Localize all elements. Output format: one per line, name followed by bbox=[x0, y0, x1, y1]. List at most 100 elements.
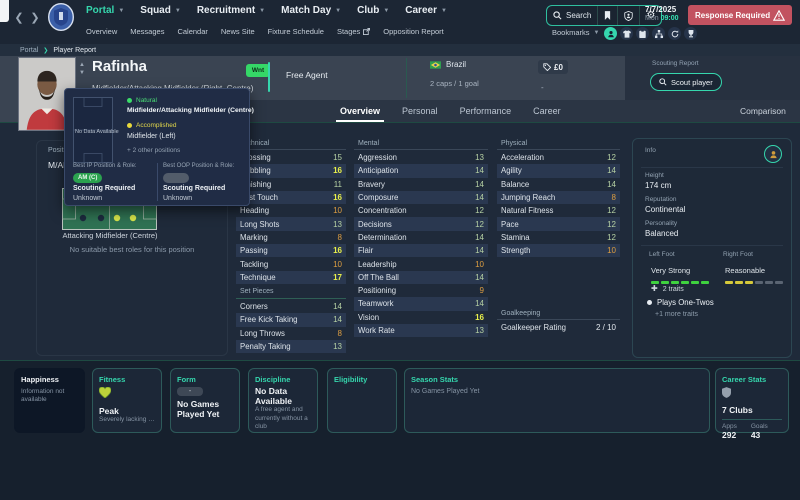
menu-squad[interactable]: Squad ▼ bbox=[140, 5, 181, 16]
tab-career[interactable]: Career bbox=[533, 100, 561, 122]
attribute-row[interactable]: Aggression 13 bbox=[354, 151, 488, 164]
attribute-row[interactable]: Decisions 12 bbox=[354, 217, 488, 231]
attribute-row[interactable]: Free Kick Taking 14 bbox=[236, 313, 346, 327]
more-positions: + 2 other positions bbox=[127, 147, 181, 154]
fitness-card[interactable]: Fitness Peak Severely lacking in ... bbox=[92, 368, 162, 433]
attribute-row[interactable]: Agility 14 bbox=[497, 164, 620, 178]
attribute-row[interactable]: Pace 12 bbox=[497, 217, 620, 231]
attribute-row[interactable]: Long Throws 8 bbox=[236, 327, 346, 340]
attribute-row[interactable]: Teamwork 14 bbox=[354, 297, 488, 311]
nav-back-icon[interactable]: ❮ bbox=[12, 10, 26, 26]
attribute-row[interactable]: Work Rate 13 bbox=[354, 323, 488, 338]
attribute-row[interactable]: Determination 14 bbox=[354, 231, 488, 244]
trophy-icon[interactable] bbox=[684, 27, 697, 40]
mental-title: Mental bbox=[358, 140, 380, 147]
attribute-row[interactable]: Long Shots 13 bbox=[236, 217, 346, 231]
attribute-label: Tackling bbox=[240, 259, 269, 269]
nationality: Brazil bbox=[430, 60, 466, 69]
attribute-row[interactable]: Stamina 12 bbox=[497, 231, 620, 244]
attribute-row[interactable]: Positioning 9 bbox=[354, 284, 488, 297]
tab-performance[interactable]: Performance bbox=[460, 100, 512, 122]
menu-portal[interactable]: Portal ▼ bbox=[86, 5, 124, 16]
response-required-button[interactable]: Response Required bbox=[688, 5, 792, 25]
prev-player-icon[interactable]: ▲ bbox=[79, 62, 85, 68]
attribute-row[interactable]: Anticipation 14 bbox=[354, 164, 488, 178]
divider bbox=[722, 419, 782, 421]
happiness-card[interactable]: Happiness Information not available bbox=[14, 368, 85, 433]
bookmarks-dropdown[interactable]: Bookmarks ▼ bbox=[552, 28, 599, 37]
attribute-row[interactable]: Corners 14 bbox=[236, 300, 346, 313]
submenu-stages[interactable]: Stages bbox=[337, 27, 371, 36]
chevron-down-icon: ▼ bbox=[174, 7, 181, 14]
attribute-row[interactable]: Technique 17 bbox=[236, 270, 346, 284]
club-crest[interactable] bbox=[47, 2, 75, 36]
attribute-row[interactable]: Composure 14 bbox=[354, 190, 488, 205]
attribute-row[interactable]: Vision 16 bbox=[354, 311, 488, 324]
season-stats-card[interactable]: Season Stats No Games Played Yet bbox=[404, 368, 710, 433]
form-title: Form bbox=[177, 375, 196, 384]
submenu-opposition-report[interactable]: Opposition Report bbox=[383, 27, 443, 36]
attribute-row[interactable]: Penalty Taking 13 bbox=[236, 339, 346, 354]
coach-icon[interactable] bbox=[604, 27, 617, 40]
more-traits[interactable]: +1 more traits bbox=[655, 311, 698, 318]
submenu-calendar[interactable]: Calendar bbox=[177, 27, 207, 36]
physical-title: Physical bbox=[501, 140, 528, 147]
attribute-label: Passing bbox=[240, 246, 268, 256]
attribute-row[interactable]: Bravery 14 bbox=[354, 178, 488, 191]
menu-match-day[interactable]: Match Day ▼ bbox=[281, 5, 341, 16]
attribute-label: Balance bbox=[501, 179, 530, 189]
attribute-row[interactable]: Tackling 10 bbox=[236, 257, 346, 270]
discipline-card[interactable]: Discipline No Data Available A free agen… bbox=[248, 368, 318, 433]
attribute-row[interactable]: Dribbling 16 bbox=[236, 164, 346, 178]
attribute-row[interactable]: Concentration 12 bbox=[354, 204, 488, 217]
attribute-row[interactable]: Leadership 10 bbox=[354, 257, 488, 270]
search-button[interactable]: Search bbox=[547, 6, 599, 25]
attribute-label: Corners bbox=[240, 302, 268, 312]
chevron-down-icon: ▼ bbox=[440, 7, 447, 14]
attribute-row[interactable]: Heading 10 bbox=[236, 204, 346, 217]
breadcrumb-root[interactable]: Portal bbox=[20, 47, 38, 54]
form-card[interactable]: Form - No Games Played Yet bbox=[170, 368, 240, 433]
attribute-row[interactable]: Crossing 15 bbox=[236, 151, 346, 164]
submenu-overview[interactable]: Overview bbox=[86, 27, 117, 36]
eligibility-card[interactable]: Eligibility bbox=[327, 368, 397, 433]
bookmark-button[interactable] bbox=[598, 6, 619, 25]
attribute-row[interactable]: Marking 8 bbox=[236, 231, 346, 244]
comparison-button[interactable]: Comparison bbox=[740, 100, 786, 122]
attribute-row[interactable]: Finishing 11 bbox=[236, 178, 346, 191]
next-player-icon[interactable]: ▼ bbox=[79, 70, 85, 76]
clipboard-icon[interactable] bbox=[636, 27, 649, 40]
attribute-row[interactable]: Off The Ball 14 bbox=[354, 270, 488, 284]
happiness-text: Information not available bbox=[21, 388, 65, 404]
attribute-value: 10 bbox=[475, 259, 484, 269]
attribute-row[interactable]: Jumping Reach 8 bbox=[497, 190, 620, 205]
attribute-row[interactable]: Passing 16 bbox=[236, 244, 346, 258]
main-menu: Portal ▼ Squad ▼ Recruitment ▼ Match Day ▼ C… bbox=[86, 5, 447, 16]
submenu-news-site[interactable]: News Site bbox=[221, 27, 255, 36]
attribute-row[interactable]: Balance 14 bbox=[497, 178, 620, 191]
attribute-row[interactable]: Flair 14 bbox=[354, 244, 488, 258]
traits-icon: ✚ bbox=[651, 284, 658, 293]
org-chart-icon[interactable] bbox=[652, 27, 665, 40]
attribute-row[interactable]: Goalkeeper Rating 2 / 10 bbox=[497, 321, 620, 334]
game-date[interactable]: 7/7/2025 Mon 09:00 bbox=[645, 5, 678, 23]
tab-personal[interactable]: Personal bbox=[402, 100, 438, 122]
attribute-row[interactable]: Natural Fitness 12 bbox=[497, 204, 620, 217]
scout-player-button[interactable]: Scout player bbox=[650, 73, 722, 91]
shield-button[interactable] bbox=[618, 6, 641, 25]
career-stats-title: Career Stats bbox=[722, 375, 767, 384]
shirt-icon[interactable] bbox=[620, 27, 633, 40]
menu-club[interactable]: Club ▼ bbox=[357, 5, 389, 16]
attribute-row[interactable]: First Touch 16 bbox=[236, 190, 346, 205]
sync-icon[interactable] bbox=[668, 27, 681, 40]
submenu-messages[interactable]: Messages bbox=[130, 27, 164, 36]
submenu-fixture-schedule[interactable]: Fixture Schedule bbox=[268, 27, 324, 36]
profile-button[interactable] bbox=[764, 145, 782, 163]
career-stats-card[interactable]: Career Stats 7 Clubs Apps 292 Goals 43 bbox=[715, 368, 789, 440]
menu-recruitment[interactable]: Recruitment ▼ bbox=[197, 5, 265, 16]
menu-career[interactable]: Career ▼ bbox=[405, 5, 447, 16]
attribute-row[interactable]: Acceleration 12 bbox=[497, 151, 620, 164]
attribute-row[interactable]: Strength 10 bbox=[497, 244, 620, 258]
nav-forward-icon[interactable]: ❯ bbox=[28, 10, 42, 26]
tab-overview[interactable]: Overview bbox=[335, 100, 385, 122]
